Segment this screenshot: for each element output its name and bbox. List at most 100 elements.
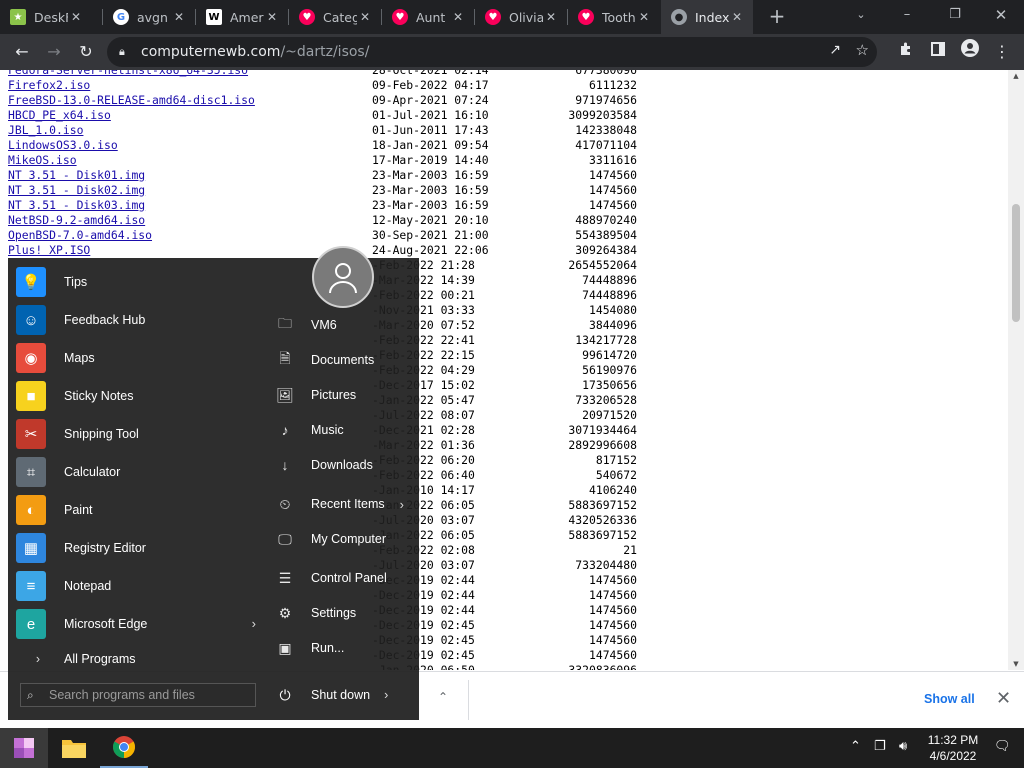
start-program-item[interactable]: ◐ Paint bbox=[16, 492, 258, 528]
reload-icon[interactable]: ↻ bbox=[72, 38, 100, 66]
start-place-item[interactable]: ⚙︎ Settings bbox=[272, 598, 416, 628]
start-program-label: Microsoft Edge bbox=[64, 617, 148, 631]
file-link[interactable]: OpenBSD-7.0-amd64.iso bbox=[8, 228, 152, 243]
start-place-label: Music bbox=[311, 423, 344, 437]
close-tab-icon[interactable]: ✕ bbox=[68, 10, 84, 24]
scrollbar-thumb[interactable] bbox=[1012, 204, 1020, 322]
file-link[interactable]: FreeBSD-13.0-RELEASE-amd64-disc1.iso bbox=[8, 93, 255, 108]
table-row: OpenBSD-7.0-amd64.iso 30-Sep-2021 21:00 55… bbox=[0, 228, 1008, 243]
extensions-puzzle-icon[interactable] bbox=[892, 38, 920, 66]
file-date: 09-Feb-2022 04:17 bbox=[372, 78, 489, 92]
browser-tab[interactable]: Gavgn ✕ bbox=[103, 0, 195, 34]
browser-tab[interactable]: ♥ Aunt ✕ bbox=[382, 0, 474, 34]
file-link[interactable]: Fedora-Server-netinst-x86_64-35.iso bbox=[8, 70, 248, 78]
chrome-button[interactable] bbox=[100, 728, 148, 768]
show-all-button[interactable]: Show all bbox=[924, 692, 975, 706]
notifications-icon[interactable]: 🗨︎ bbox=[994, 739, 1011, 754]
scroll-up-icon[interactable]: ▲ bbox=[1008, 70, 1024, 82]
file-link[interactable]: Firefox2.iso bbox=[8, 78, 90, 93]
file-link[interactable]: JBL_1.0.iso bbox=[8, 123, 83, 138]
start-search-input[interactable]: ⌕ Search programs and files bbox=[20, 683, 256, 707]
registry-editor-icon: ▦ bbox=[16, 533, 46, 563]
all-programs-button[interactable]: › All Programs bbox=[16, 647, 258, 671]
start-program-item[interactable]: e Microsoft Edge › bbox=[16, 606, 258, 642]
start-button[interactable] bbox=[0, 728, 48, 768]
side-panel-icon[interactable] bbox=[924, 38, 952, 66]
browser-tab[interactable]: ♥ Tooth ✕ bbox=[568, 0, 660, 34]
tab-title: DeskFlex bbox=[34, 9, 68, 25]
start-program-item[interactable]: ≡ Notepad bbox=[16, 568, 258, 604]
url-text[interactable]: computernewb.com/~dartz/isos/ bbox=[141, 44, 369, 60]
browser-tab[interactable]: ★ DeskFlex✕ bbox=[0, 0, 92, 34]
browser-tab[interactable]: W American✕ bbox=[196, 0, 288, 34]
file-link[interactable]: Plus! XP.ISO bbox=[8, 243, 90, 258]
share-icon[interactable]: ↗ bbox=[829, 42, 841, 58]
profile-icon[interactable] bbox=[956, 38, 984, 66]
network-icon[interactable]: ❐ bbox=[874, 739, 886, 754]
bookmark-star-icon[interactable]: ☆ bbox=[856, 41, 869, 59]
start-program-item[interactable]: ■ Sticky Notes bbox=[16, 378, 258, 414]
page-scrollbar[interactable]: ▲ ▼ bbox=[1008, 70, 1024, 670]
file-link[interactable]: NT 3.51 - Disk02.img bbox=[8, 183, 145, 198]
close-tab-icon[interactable]: ✕ bbox=[636, 10, 652, 24]
file-link[interactable]: HBCD_PE_x64.iso bbox=[8, 108, 111, 123]
browser-tab[interactable]: ♥ Olivia ✕ bbox=[475, 0, 567, 34]
shut-down-button[interactable]: ⏻ Shut down › bbox=[272, 680, 402, 710]
start-place-item[interactable]: 🗀︎ VM6 bbox=[272, 310, 416, 340]
close-tab-icon[interactable]: ✕ bbox=[543, 10, 559, 24]
start-place-item[interactable]: ♪︎ Music bbox=[272, 415, 416, 445]
volume-icon[interactable]: 🔊︎ bbox=[899, 739, 907, 754]
close-download-bar-icon[interactable]: ✕ bbox=[996, 688, 1011, 709]
tab-search-button[interactable]: ⌄ bbox=[838, 0, 884, 34]
file-link[interactable]: NT 3.51 - Disk03.img bbox=[8, 198, 145, 213]
chevron-right-icon[interactable]: › bbox=[252, 616, 256, 631]
chevron-right-icon[interactable]: › bbox=[400, 497, 404, 512]
start-place-item[interactable]: ▣︎ Run... bbox=[272, 633, 416, 663]
tab-separator bbox=[102, 9, 103, 25]
start-place-item[interactable]: ☰︎ Control Panel bbox=[272, 563, 416, 593]
start-program-label: Snipping Tool bbox=[64, 427, 139, 441]
restore-button[interactable]: ❐ bbox=[932, 0, 978, 34]
fandom-icon: ♥ bbox=[485, 9, 501, 25]
menu-kebab-icon[interactable]: ⋮ bbox=[988, 38, 1016, 66]
close-tab-icon[interactable]: ✕ bbox=[729, 10, 745, 24]
file-link[interactable]: NetBSD-9.2-amd64.iso bbox=[8, 213, 145, 228]
close-tab-icon[interactable]: ✕ bbox=[171, 10, 187, 24]
new-tab-button[interactable]: + bbox=[766, 4, 788, 28]
start-place-item[interactable]: 🗎︎ Documents bbox=[272, 345, 416, 375]
browser-tab[interactable]: ● Index ✕ bbox=[661, 0, 753, 34]
file-size: 6111232 bbox=[588, 78, 637, 92]
file-size: 488970240 bbox=[575, 213, 637, 227]
back-arrow-icon[interactable]: ← bbox=[8, 38, 36, 66]
file-explorer-button[interactable] bbox=[50, 728, 98, 768]
start-program-item[interactable]: ☺ Feedback Hub bbox=[16, 302, 258, 338]
chevron-up-icon[interactable]: ⌃ bbox=[438, 690, 448, 704]
file-date: 01-Jun-2011 17:43 bbox=[372, 123, 489, 137]
clock[interactable]: 11:32 PM 4/6/2022 bbox=[918, 732, 988, 764]
forward-arrow-icon[interactable]: → bbox=[40, 38, 68, 66]
start-place-item[interactable]: 🖼︎ Pictures bbox=[272, 380, 416, 410]
close-window-button[interactable]: ✕ bbox=[978, 0, 1024, 34]
show-hidden-icons-chevron[interactable]: ⌃ bbox=[850, 739, 861, 754]
start-program-item[interactable]: ⌗ Calculator bbox=[16, 454, 258, 490]
close-tab-icon[interactable]: ✕ bbox=[264, 10, 280, 24]
file-size: 417071104 bbox=[575, 138, 637, 152]
file-size: 1474560 bbox=[588, 168, 637, 182]
start-program-item[interactable]: ✂ Snipping Tool bbox=[16, 416, 258, 452]
file-link[interactable]: LindowsOS3.0.iso bbox=[8, 138, 118, 153]
minimize-button[interactable]: – bbox=[884, 0, 930, 34]
scroll-down-icon[interactable]: ▼ bbox=[1008, 658, 1024, 670]
browser-tab[interactable]: ♥ Category✕ bbox=[289, 0, 381, 34]
start-program-item[interactable]: ▦ Registry Editor bbox=[16, 530, 258, 566]
start-place-item[interactable]: ↓︎ Downloads bbox=[272, 450, 416, 480]
close-tab-icon[interactable]: ✕ bbox=[450, 10, 466, 24]
start-place-item[interactable]: ⏲︎ Recent Items › bbox=[272, 489, 416, 519]
file-link[interactable]: MikeOS.iso bbox=[8, 153, 77, 168]
address-bar[interactable]: 🔒︎ computernewb.com/~dartz/isos/ ↗ ☆ bbox=[107, 37, 877, 67]
file-link[interactable]: NT 3.51 - Disk01.img bbox=[8, 168, 145, 183]
chevron-right-icon[interactable]: › bbox=[384, 688, 388, 702]
close-tab-icon[interactable]: ✕ bbox=[357, 10, 373, 24]
start-place-item[interactable]: 🖵︎ My Computer bbox=[272, 524, 416, 554]
start-program-item[interactable]: 💡 Tips bbox=[16, 264, 258, 300]
start-program-item[interactable]: ◉ Maps bbox=[16, 340, 258, 376]
